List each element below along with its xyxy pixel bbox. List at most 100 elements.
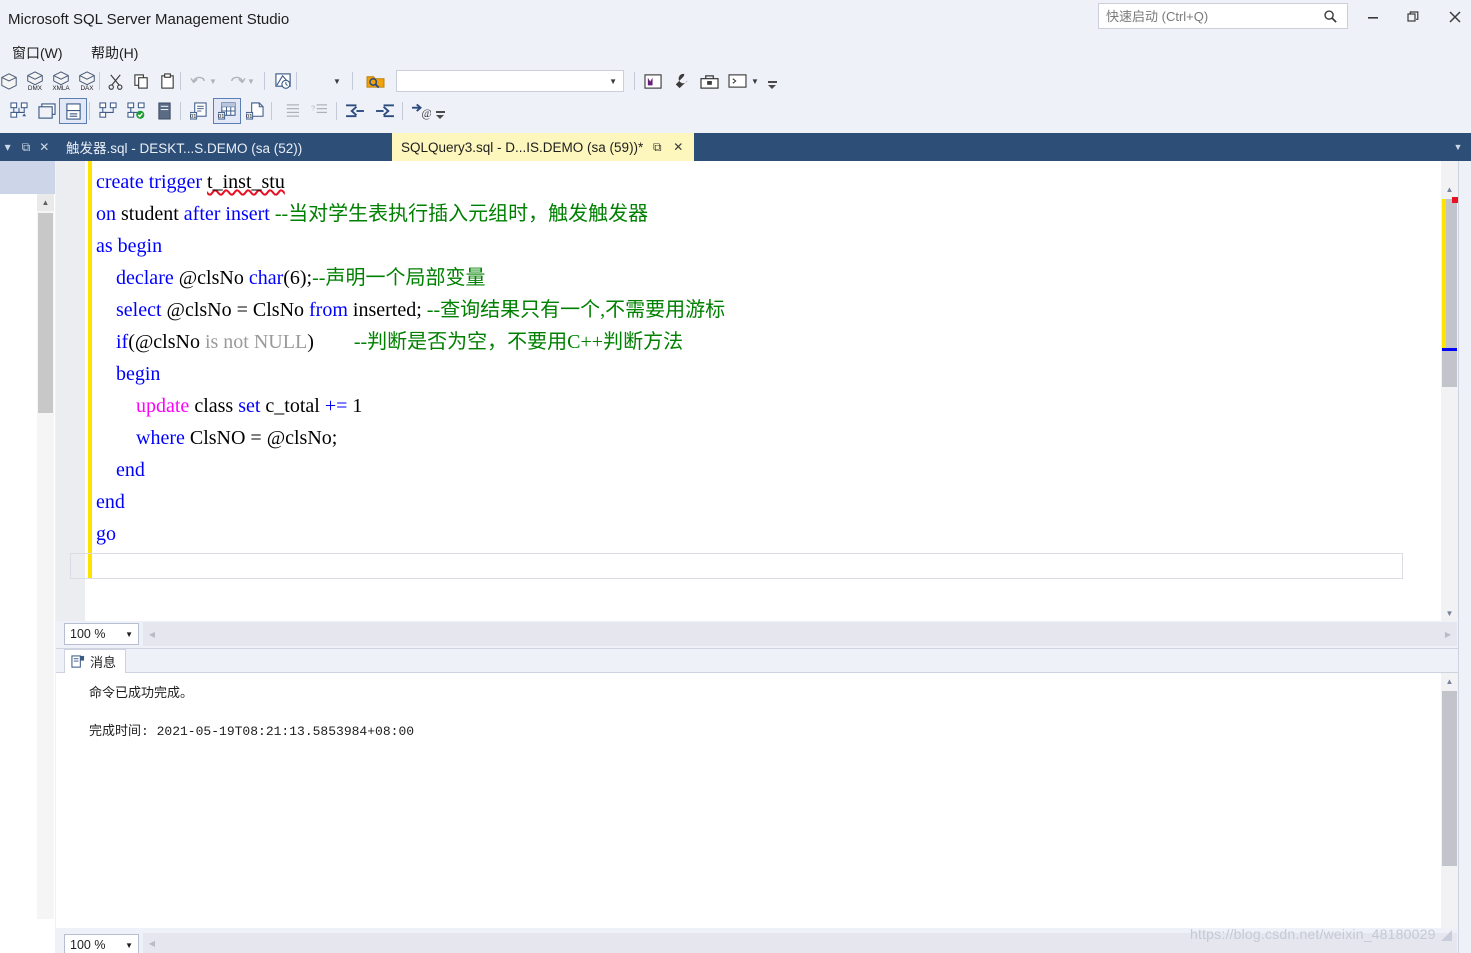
pin-icon[interactable]: ⧉ <box>18 137 33 157</box>
editor-code-text[interactable]: create trigger t_inst_stu on student afte… <box>96 166 1446 550</box>
specify-values-icon[interactable]: @ <box>408 99 434 123</box>
database-combobox[interactable]: ▼ <box>396 70 624 92</box>
copy-icon[interactable] <box>128 69 154 93</box>
toolbar-overflow-handle[interactable] <box>766 75 778 89</box>
editor-zoom-combobox[interactable]: 100 % ▼ <box>64 623 139 645</box>
code-token: create trigger <box>96 171 208 193</box>
code-token: inserted; <box>347 299 427 321</box>
wrench-icon[interactable] <box>668 69 694 93</box>
console-icon[interactable] <box>724 69 750 93</box>
undo-dropdown-arrow[interactable]: ▼ <box>206 69 220 93</box>
pin-icon[interactable]: ⧉ <box>650 140 664 155</box>
new-xmla-query-icon[interactable]: XMLA <box>48 69 74 93</box>
object-explorer-icon[interactable] <box>6 99 32 123</box>
code-token: @clsNo <box>173 267 249 289</box>
resize-grip-icon[interactable] <box>1441 930 1452 941</box>
menu-item-window[interactable]: 窗口(W) <box>7 42 68 62</box>
menu-item-help[interactable]: 帮助(H) <box>86 42 143 62</box>
code-token: as begin <box>96 235 163 257</box>
scroll-left-arrow[interactable]: ◀ <box>145 627 159 641</box>
template-explorer-icon[interactable] <box>59 98 87 124</box>
left-panel-scrollbar[interactable]: ▲ <box>37 194 54 919</box>
search-icon[interactable] <box>1318 4 1342 28</box>
toolbar-overflow-handle-2[interactable] <box>434 105 446 119</box>
increase-indent-icon[interactable] <box>372 99 398 123</box>
editor-current-line[interactable] <box>70 553 1403 579</box>
scroll-up-arrow[interactable]: ▲ <box>1441 181 1458 197</box>
chevron-down-icon[interactable]: ▼ <box>125 630 133 639</box>
message-line: 完成时间: 2021-05-19T08:21:13.5853984+08:00 <box>89 724 415 739</box>
chevron-down-icon[interactable]: ▾ <box>0 137 15 157</box>
messages-tab-strip: 消息 <box>56 649 1458 673</box>
editor-horizontal-scrollbar[interactable]: ◀ ▶ <box>143 622 1457 646</box>
results-to-file-icon[interactable]: 01 <box>242 99 268 123</box>
close-icon[interactable]: ✕ <box>671 140 685 154</box>
messages-vertical-scrollbar[interactable]: ▲ <box>1441 673 1458 929</box>
indent-icon[interactable] <box>278 99 304 123</box>
results-to-grid-icon[interactable]: 01 <box>213 98 241 124</box>
open-file-icon[interactable] <box>362 69 388 93</box>
quick-launch-box[interactable] <box>1098 3 1348 29</box>
code-line: begin <box>96 358 1446 390</box>
toolbox-icon[interactable] <box>696 69 722 93</box>
code-token: is not NULL <box>204 331 308 353</box>
toolbar-separator <box>296 72 297 90</box>
execute-query-icon[interactable] <box>270 69 296 93</box>
tab-list-dropdown[interactable]: ▼ <box>1447 133 1469 161</box>
sql-editor[interactable]: create trigger t_inst_stu on student afte… <box>56 161 1456 621</box>
code-token: go <box>96 523 116 545</box>
visual-studio-icon[interactable] <box>640 69 666 93</box>
code-token: begin <box>116 363 161 385</box>
redo-dropdown-arrow[interactable]: ▼ <box>244 69 258 93</box>
code-token: student <box>116 203 184 225</box>
server-icon[interactable] <box>151 99 177 123</box>
outdent-icon[interactable]: ? <box>306 99 332 123</box>
code-line: declare @clsNo char(6);--声明一个局部变量 <box>96 262 1446 294</box>
toolbar-separator <box>336 102 337 120</box>
new-dmx-query-icon[interactable]: DMX <box>22 69 48 93</box>
connect-check-icon[interactable] <box>123 99 149 123</box>
minimize-button[interactable] <box>1358 5 1388 29</box>
paste-icon[interactable] <box>154 69 180 93</box>
registered-servers-icon[interactable] <box>34 99 60 123</box>
close-button[interactable] <box>1440 5 1470 29</box>
chevron-down-icon[interactable]: ▼ <box>609 77 617 86</box>
new-dax-query-icon[interactable]: DAX <box>74 69 100 93</box>
scrollbar-thumb[interactable] <box>38 213 53 413</box>
scroll-down-arrow[interactable]: ▼ <box>1441 605 1458 621</box>
tab-label: SQLQuery3.sql - D...IS.DEMO (sa (59))* <box>401 139 644 155</box>
tab-sqlquery3-sql[interactable]: SQLQuery3.sql - D...IS.DEMO (sa (59))* ⧉… <box>392 133 695 161</box>
cut-icon[interactable] <box>102 69 128 93</box>
scroll-up-arrow[interactable]: ▲ <box>1441 673 1458 689</box>
results-to-text-icon[interactable]: 01 <box>186 99 212 123</box>
scroll-up-arrow[interactable]: ▲ <box>37 194 54 211</box>
code-line: end <box>96 486 1446 518</box>
restore-button[interactable] <box>1398 5 1428 29</box>
close-icon[interactable]: ✕ <box>37 137 52 157</box>
messages-output[interactable]: 命令已成功完成。 完成时间: 2021-05-19T08:21:13.58539… <box>56 673 1441 929</box>
code-token: where <box>136 427 185 449</box>
code-token: end <box>96 491 125 513</box>
connect-icon[interactable] <box>95 99 121 123</box>
toolbar-overflow-arrow[interactable]: ▼ <box>330 69 344 93</box>
code-line: where ClsNO = @clsNo; <box>96 422 1446 454</box>
tab-trigger-sql[interactable]: 触发器.sql - DESKT...S.DEMO (sa (52)) <box>57 133 312 161</box>
decrease-indent-icon[interactable] <box>342 99 368 123</box>
left-dock-panel: ▲ <box>0 161 55 953</box>
scrollbar-thumb[interactable] <box>1442 691 1457 866</box>
new-query-icon[interactable] <box>0 69 22 93</box>
editor-vertical-scrollbar[interactable]: ▲ ▼ <box>1441 161 1458 621</box>
scroll-right-arrow[interactable]: ▶ <box>1441 627 1455 641</box>
quick-launch-input[interactable] <box>1106 8 1318 24</box>
scroll-left-arrow[interactable]: ◀ <box>145 936 159 950</box>
watermark: https://blog.csdn.net/weixin_48180029 <box>1190 926 1436 942</box>
toolbar-separator <box>89 102 90 120</box>
console-dropdown-arrow[interactable]: ▼ <box>748 69 762 93</box>
tab-messages[interactable]: 消息 <box>64 649 127 673</box>
code-token: on <box>96 203 116 225</box>
messages-zoom-combobox[interactable]: 100 % ▼ <box>64 934 139 953</box>
chevron-down-icon[interactable]: ▼ <box>125 941 133 950</box>
